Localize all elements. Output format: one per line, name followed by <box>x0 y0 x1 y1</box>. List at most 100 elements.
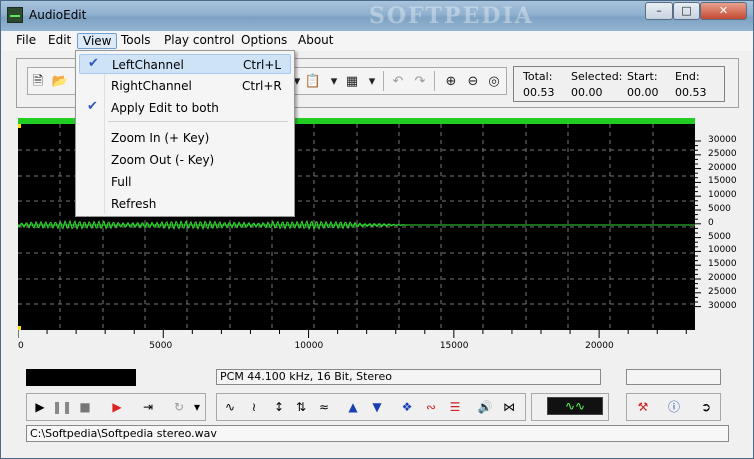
y-tick-label: 5000 <box>708 204 731 214</box>
mix-dropdown-icon[interactable]: ▾ <box>363 73 381 91</box>
y-tick-label: 20000 <box>708 273 737 283</box>
y-tick-label: 25000 <box>708 148 737 159</box>
y-tick-label: 30000 <box>708 135 737 145</box>
mix-icon[interactable]: ▦ <box>343 73 361 91</box>
grid-effect-icon[interactable]: ❖ <box>397 397 417 417</box>
speaker-icon[interactable]: 🔊 <box>475 397 495 417</box>
menu-item-shortcut: Ctrl+L <box>243 58 282 72</box>
loop-icon[interactable]: ↻ <box>169 397 189 417</box>
start-label: Start: <box>627 70 658 83</box>
reverse-icon[interactable]: ▲ <box>343 397 363 417</box>
menu-options[interactable]: Options <box>236 33 292 49</box>
new-file-icon[interactable]: 🗎 <box>29 73 47 91</box>
zoom-in-icon[interactable]: ⊕ <box>442 73 460 91</box>
file-path-bar: C:\Softpedia\Softpedia stereo.wav <box>26 425 729 442</box>
redo-icon[interactable]: ↷ <box>411 73 429 91</box>
zoom-full-icon[interactable]: ◎ <box>485 73 503 91</box>
mute-icon[interactable]: ⋈ <box>499 397 519 417</box>
start-value: 00.00 <box>627 86 659 99</box>
zoom-out-icon[interactable]: ⊖ <box>464 73 482 91</box>
menu-item-zoom-out[interactable]: Zoom Out (- Key) <box>79 150 291 170</box>
checkmark-icon: ✔ <box>88 56 99 71</box>
close-button[interactable]: ✕ <box>700 2 747 20</box>
selected-value: 00.00 <box>571 86 603 99</box>
x-tick-label: 5000 <box>149 341 173 351</box>
y-tick-label: 20000 <box>708 162 737 173</box>
y-tick-label: 5000 <box>708 231 731 242</box>
minimize-button[interactable]: – <box>645 2 673 20</box>
status-panel-right <box>626 369 721 385</box>
play-icon[interactable]: ▶ <box>30 397 50 417</box>
end-label: End: <box>675 70 700 83</box>
menu-bar: File Edit View Tools Play control Option… <box>2 31 753 51</box>
menu-item-label: Apply Edit to both <box>111 101 219 115</box>
menu-about[interactable]: About <box>293 33 338 49</box>
open-folder-icon[interactable]: 📂 <box>51 73 69 91</box>
loop-dropdown-icon[interactable]: ▾ <box>187 397 207 417</box>
checkmark-icon: ✔ <box>87 99 98 114</box>
fade-out-icon[interactable]: ≀ <box>244 397 264 417</box>
menu-view[interactable]: View <box>77 33 118 49</box>
menu-item-left-channel[interactable]: ✔ LeftChannel Ctrl+L <box>79 54 291 74</box>
x-tick-label: 10000 <box>294 341 324 351</box>
maximize-button[interactable]: □ <box>673 2 700 20</box>
menu-item-zoom-in[interactable]: Zoom In (+ Key) <box>79 128 291 148</box>
normalize-icon[interactable]: ⇅ <box>291 397 311 417</box>
selection-info-box: Total: 00.53 Selected: 00.00 Start: 00.0… <box>513 66 725 102</box>
menu-item-label: Full <box>111 175 132 189</box>
x-axis-ticks <box>18 330 687 338</box>
app-icon <box>7 7 23 23</box>
end-value: 00.53 <box>675 86 707 99</box>
toolbar-separator <box>383 71 384 91</box>
menu-item-refresh[interactable]: Refresh <box>79 194 291 214</box>
undo-icon[interactable]: ↶ <box>389 73 407 91</box>
info-icon[interactable]: ⓘ <box>664 397 684 417</box>
menu-item-shortcut: Ctrl+R <box>242 79 282 93</box>
y-tick-label: 10000 <box>708 245 737 256</box>
stop-icon[interactable]: ■ <box>75 397 95 417</box>
menu-item-label: Zoom In (+ Key) <box>111 131 210 145</box>
record-play-icon[interactable]: ▶ <box>107 397 127 417</box>
amplify-icon[interactable]: ↕ <box>269 397 289 417</box>
menu-item-full[interactable]: Full <box>79 172 291 192</box>
view-menu-dropdown: ✔ LeftChannel Ctrl+L RightChannel Ctrl+R… <box>75 50 295 217</box>
title-bar[interactable]: AudioEdit SOFTPEDIA – □ ✕ <box>1 1 753 31</box>
filter-icon[interactable]: ☰ <box>445 397 465 417</box>
y-tick-label: 0 <box>708 217 714 228</box>
menu-item-label: RightChannel <box>111 79 192 93</box>
y-axis-ticks <box>695 140 701 308</box>
menu-file[interactable]: File <box>11 33 41 49</box>
exit-icon[interactable]: ➲ <box>696 397 716 417</box>
audio-format-status: PCM 44.100 kHz, 16 Bit, Stereo <box>216 369 601 385</box>
menu-tools[interactable]: Tools <box>116 33 156 49</box>
menu-play-control[interactable]: Play control <box>159 33 239 49</box>
x-tick-label: 15000 <box>439 341 469 351</box>
menu-item-right-channel[interactable]: RightChannel Ctrl+R <box>79 76 291 96</box>
total-value: 00.53 <box>523 86 555 99</box>
play-selection-icon[interactable]: ⇥ <box>138 397 158 417</box>
y-tick-label: 15000 <box>708 176 737 187</box>
paste-dropdown-icon[interactable]: ▾ <box>325 73 343 91</box>
selection-marker <box>18 124 21 128</box>
fade-in-icon[interactable]: ∿ <box>220 397 240 417</box>
echo-icon[interactable]: ≈ <box>314 397 334 417</box>
selected-label: Selected: <box>571 70 623 83</box>
app-window: AudioEdit SOFTPEDIA – □ ✕ File Edit View… <box>0 0 754 459</box>
menu-item-apply-edit-both[interactable]: ✔ Apply Edit to both <box>79 98 291 118</box>
y-tick-label: 15000 <box>708 259 737 270</box>
y-tick-label: 25000 <box>708 286 737 297</box>
invert-icon[interactable]: ▼ <box>367 397 387 417</box>
menu-edit[interactable]: Edit <box>43 33 76 49</box>
paste-icon[interactable]: 📋 <box>304 73 322 91</box>
visualizer-icon[interactable]: ∿∿ <box>547 397 603 415</box>
level-meter <box>26 369 136 386</box>
window-title: AudioEdit <box>29 8 87 22</box>
pause-icon[interactable]: ❚❚ <box>52 397 72 417</box>
settings-icon[interactable]: ⚒ <box>633 397 653 417</box>
y-tick-label: 10000 <box>708 190 737 201</box>
menu-separator <box>108 121 288 122</box>
menu-item-label: Zoom Out (- Key) <box>111 153 215 167</box>
x-tick-label: 20000 <box>585 341 614 351</box>
total-label: Total: <box>523 70 553 83</box>
noise-icon[interactable]: ∾ <box>421 397 441 417</box>
